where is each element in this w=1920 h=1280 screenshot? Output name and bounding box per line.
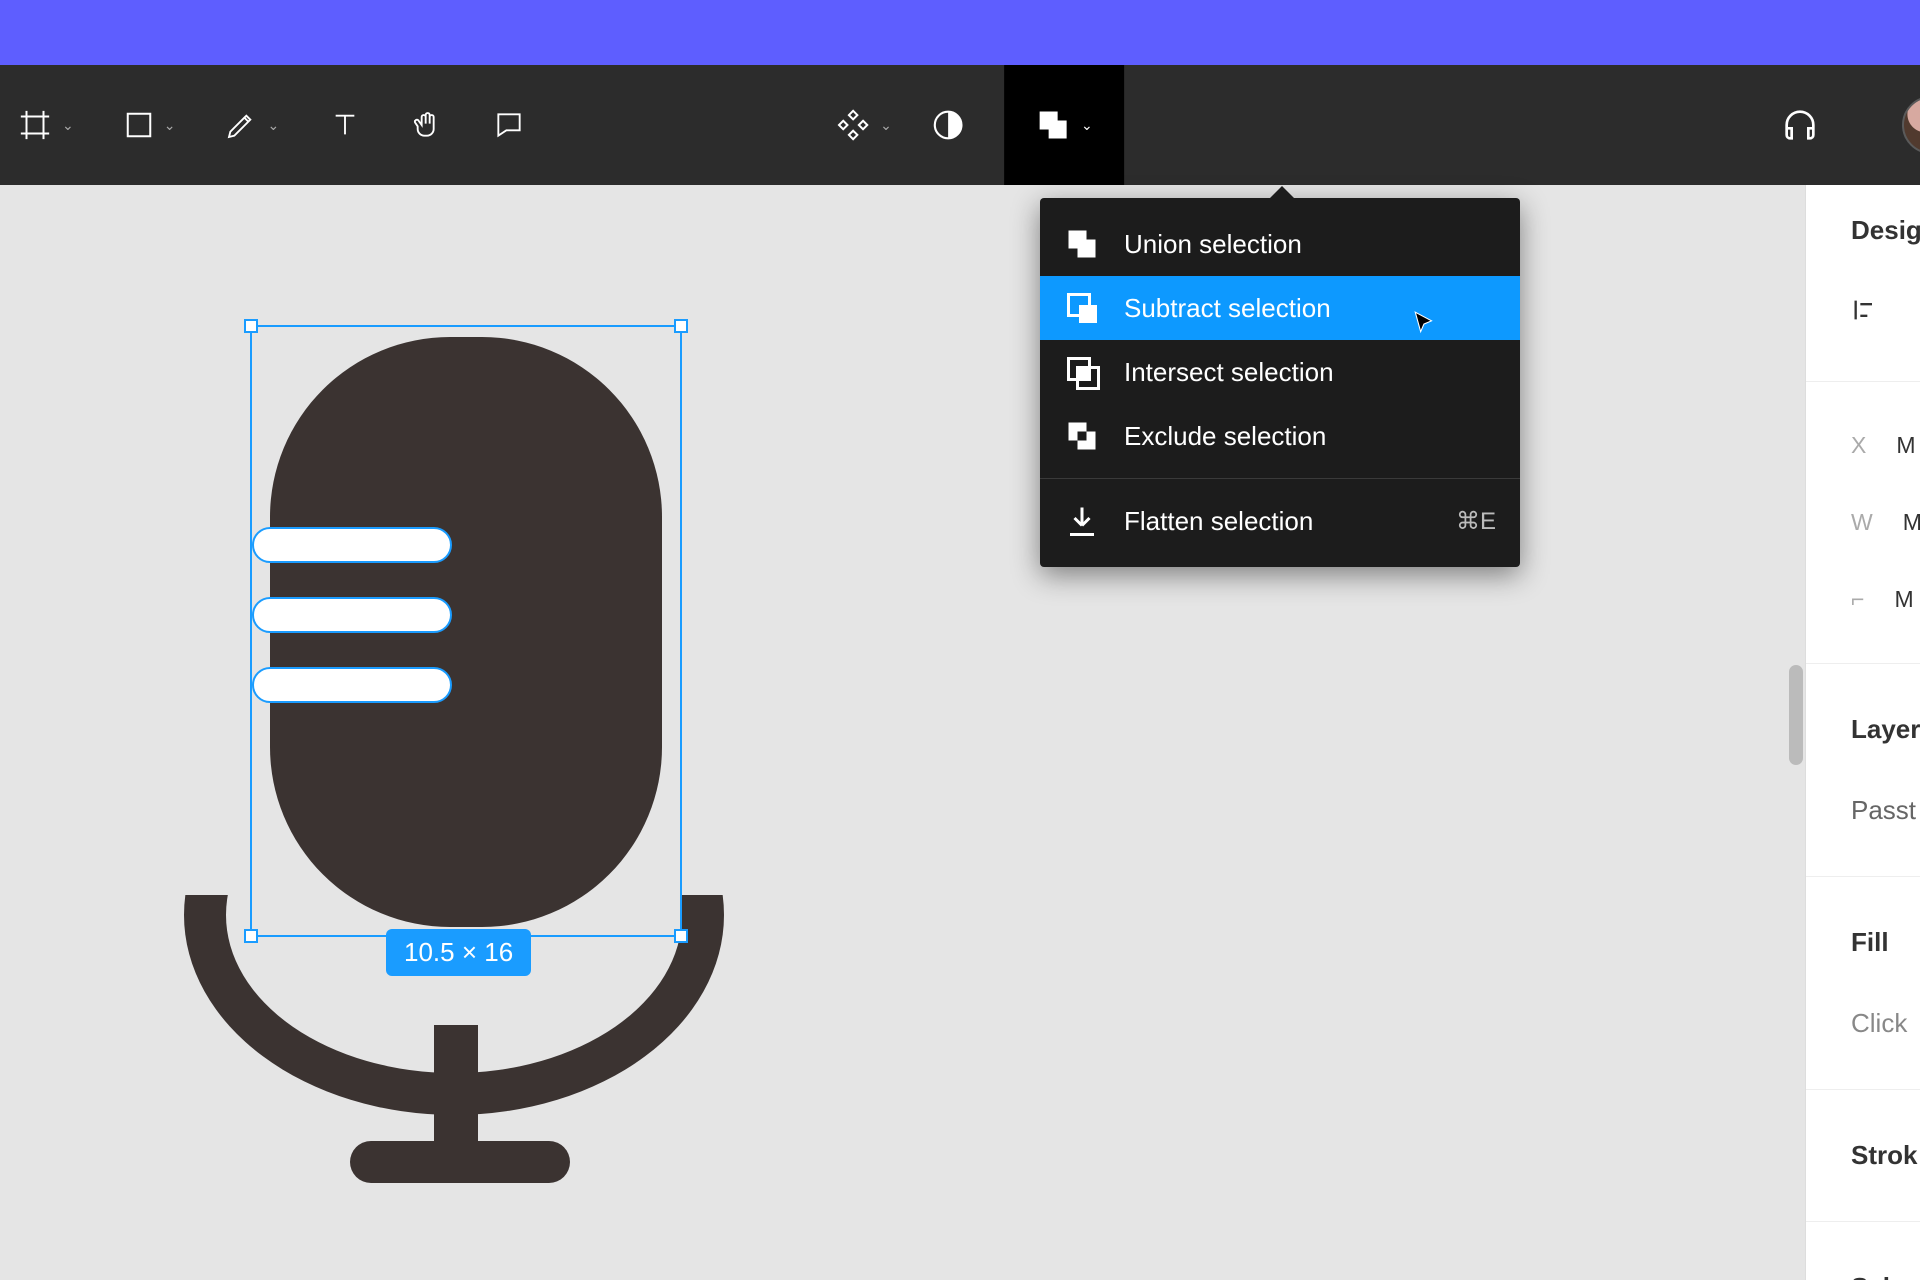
- canvas[interactable]: 10.5 × 16: [0, 185, 1805, 1280]
- selection-handle[interactable]: [244, 319, 258, 333]
- text-tool[interactable]: [329, 109, 361, 141]
- coord-w-value: M: [1903, 509, 1920, 536]
- dimension-badge: 10.5 × 16: [386, 929, 531, 976]
- shape-tool[interactable]: ⌄: [124, 110, 176, 140]
- boolean-dropdown: Union selection Subtract selection Inter…: [1040, 198, 1520, 567]
- menu-item-union[interactable]: Union selection: [1040, 212, 1520, 276]
- rotation-icon: ⌐: [1851, 586, 1864, 613]
- chevron-down-icon: ⌄: [164, 117, 176, 134]
- menu-item-intersect[interactable]: Intersect selection: [1040, 340, 1520, 404]
- hand-tool[interactable]: [411, 109, 443, 141]
- components-tool[interactable]: ⌄: [836, 108, 892, 142]
- center-tool-group: ⌄ ⌄: [836, 65, 1124, 185]
- selection-bounds[interactable]: [250, 325, 682, 937]
- exclude-icon: [1064, 418, 1100, 454]
- menu-item-flatten[interactable]: Flatten selection ⌘E: [1040, 489, 1520, 553]
- top-banner: [0, 0, 1920, 65]
- coord-w-row[interactable]: W M: [1851, 509, 1920, 536]
- tab-design[interactable]: Desig: [1851, 215, 1920, 246]
- mic-stem: [434, 1025, 478, 1155]
- chevron-down-icon: ⌄: [267, 117, 279, 134]
- selection-handle[interactable]: [674, 929, 688, 943]
- selection-handle[interactable]: [674, 319, 688, 333]
- avatar[interactable]: [1902, 96, 1920, 154]
- comment-tool[interactable]: [493, 109, 525, 141]
- coord-rotation-row[interactable]: ⌐ M: [1851, 586, 1920, 613]
- menu-label: Exclude selection: [1124, 421, 1326, 452]
- menu-divider: [1040, 478, 1520, 479]
- audio-button[interactable]: [1780, 105, 1820, 145]
- scrollbar-thumb[interactable]: [1789, 665, 1803, 765]
- fill-heading: Fill: [1851, 927, 1920, 958]
- pen-tool[interactable]: ⌄: [225, 109, 279, 141]
- union-icon: [1035, 107, 1071, 143]
- menu-label: Subtract selection: [1124, 293, 1331, 324]
- coord-x-value: M: [1896, 432, 1915, 459]
- left-tool-group: ⌄ ⌄ ⌄: [18, 108, 525, 142]
- layer-heading: Layer: [1851, 714, 1920, 745]
- menu-item-subtract[interactable]: Subtract selection: [1040, 276, 1520, 340]
- frame-tool[interactable]: ⌄: [18, 108, 74, 142]
- chevron-down-icon: ⌄: [1081, 117, 1093, 134]
- microphone-artwork: 10.5 × 16: [170, 325, 730, 1155]
- flatten-icon: [1064, 503, 1100, 539]
- dropdown-arrow: [1270, 186, 1294, 198]
- chevron-down-icon: ⌄: [62, 117, 74, 134]
- menu-shortcut: ⌘E: [1456, 507, 1496, 536]
- menu-label: Flatten selection: [1124, 506, 1313, 537]
- subtract-icon: [1064, 290, 1100, 326]
- menu-item-exclude[interactable]: Exclude selection: [1040, 404, 1520, 468]
- align-left-icon[interactable]: [1851, 296, 1879, 331]
- chevron-down-icon: ⌄: [880, 117, 892, 134]
- mask-tool[interactable]: [932, 109, 964, 141]
- hand-icon: [411, 109, 443, 141]
- mic-base: [350, 1141, 570, 1183]
- intersect-icon: [1064, 354, 1100, 390]
- cursor-icon: [1412, 310, 1438, 336]
- union-icon: [1064, 226, 1100, 262]
- coord-x-row[interactable]: X M: [1851, 432, 1920, 459]
- right-panel: Desig X M W M ⌐ M Layer Passt Fill Click…: [1805, 185, 1920, 1280]
- mask-icon: [932, 109, 964, 141]
- coord-x-label: X: [1851, 432, 1866, 459]
- frame-icon: [18, 108, 52, 142]
- headphones-icon: [1780, 105, 1820, 145]
- selection-handle[interactable]: [244, 929, 258, 943]
- components-icon: [836, 108, 870, 142]
- menu-label: Intersect selection: [1124, 357, 1334, 388]
- main-toolbar: ⌄ ⌄ ⌄ ⌄ ⌄: [0, 65, 1920, 185]
- fill-hint[interactable]: Click: [1851, 1008, 1920, 1039]
- select-heading: Selec: [1851, 1272, 1920, 1280]
- coord-r-value: M: [1894, 586, 1913, 613]
- text-icon: [329, 109, 361, 141]
- layer-mode[interactable]: Passt: [1851, 795, 1920, 826]
- boolean-tool[interactable]: ⌄: [1004, 65, 1124, 185]
- menu-label: Union selection: [1124, 229, 1302, 260]
- pen-icon: [225, 109, 257, 141]
- stroke-heading: Strok: [1851, 1140, 1920, 1171]
- comment-icon: [493, 109, 525, 141]
- rectangle-icon: [124, 110, 154, 140]
- coord-w-label: W: [1851, 509, 1873, 536]
